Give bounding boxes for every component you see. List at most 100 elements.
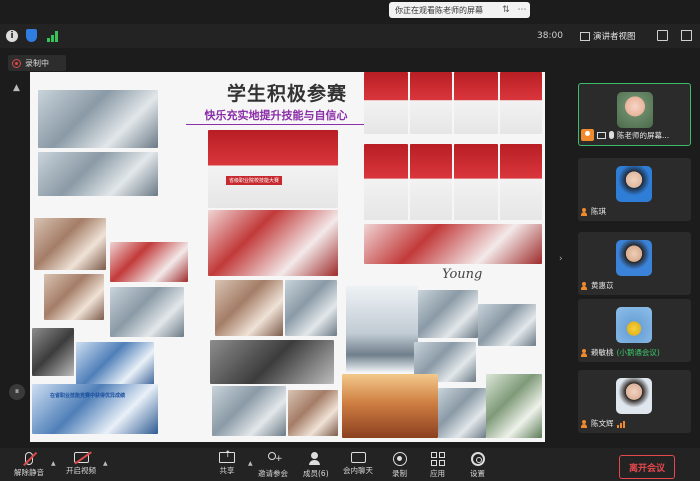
photo-lecture-hall bbox=[210, 340, 334, 384]
participant-tile[interactable]: 陈文辉 bbox=[578, 370, 691, 433]
mic-icon bbox=[609, 131, 614, 139]
more-icon[interactable]: ⋯ bbox=[514, 5, 530, 15]
participant-name: 陈文辉 bbox=[591, 419, 614, 428]
participant-label: 赖敏桃 (小鹅通会议) bbox=[580, 347, 689, 358]
photo-exhibition bbox=[208, 210, 338, 276]
photo-speaker-6 bbox=[410, 144, 452, 220]
participant-tile[interactable]: 陈琪 bbox=[578, 158, 691, 221]
signal-icon[interactable] bbox=[47, 30, 59, 42]
record-button[interactable]: 录制 bbox=[392, 452, 407, 479]
user-icon bbox=[580, 281, 588, 290]
photo-lab-session bbox=[212, 386, 286, 436]
avatar bbox=[617, 92, 653, 128]
shared-screen-slide: 在省职业技能竞赛中获得优异成绩 学生积极参赛 快乐充实地提升技能与自信心 省级职… bbox=[30, 72, 545, 442]
avatar bbox=[616, 378, 652, 414]
meeting-timer: 38:00 bbox=[537, 31, 563, 41]
invite-label: 邀请参会 bbox=[258, 469, 288, 478]
expand-panel-icon[interactable]: › bbox=[559, 254, 567, 268]
photo-discussion bbox=[32, 328, 74, 376]
avatar bbox=[616, 307, 652, 343]
recording-indicator[interactable]: 录制中 bbox=[8, 55, 66, 71]
award-caption: 在省职业技能竞赛中获得优异成绩 bbox=[50, 393, 126, 399]
participant-label: 陈文辉 bbox=[580, 418, 689, 429]
host-badge-icon bbox=[581, 129, 594, 141]
photo-classroom bbox=[34, 218, 106, 270]
shield-icon[interactable] bbox=[26, 29, 37, 42]
participant-label: 陈老师的屏幕... bbox=[581, 129, 688, 141]
share-label: 共享 bbox=[219, 466, 235, 475]
avatar bbox=[616, 240, 652, 276]
apps-icon bbox=[430, 452, 445, 466]
event-banner: 省级职业院校技能大赛 bbox=[226, 176, 283, 185]
speaker-view-button[interactable]: 演讲者视图 bbox=[580, 30, 636, 42]
photo-speaker-4 bbox=[500, 72, 542, 134]
recording-label: 录制中 bbox=[25, 58, 49, 68]
settings-button[interactable]: 设置 bbox=[470, 452, 485, 479]
photo-meeting-room bbox=[478, 304, 536, 346]
participant-name: 陈老师的屏幕... bbox=[617, 130, 670, 140]
record-icon bbox=[392, 452, 407, 466]
share-banner: 你正在观看陈老师的屏幕 ⇅ ⋯ bbox=[0, 0, 700, 22]
share-button[interactable]: 共享 bbox=[219, 450, 235, 476]
add-user-icon bbox=[265, 452, 283, 466]
meeting-window: 你正在观看陈老师的屏幕 ⇅ ⋯ i 38:00 演讲者视图 录制中 ▲ ⏸ 在省… bbox=[0, 0, 700, 481]
pin-toggle-icon[interactable]: ⇅ bbox=[498, 5, 514, 15]
photo-auditorium bbox=[110, 242, 188, 282]
collapse-icon[interactable]: ⏸ bbox=[9, 384, 25, 400]
settings-label: 设置 bbox=[470, 469, 485, 478]
pin-icon[interactable]: ▲ bbox=[13, 83, 20, 93]
participant-label: 陈琪 bbox=[580, 206, 689, 217]
photo-interview bbox=[215, 280, 283, 336]
photo-landmark bbox=[342, 374, 438, 438]
share-notice-text: 你正在观看陈老师的屏幕 bbox=[395, 5, 483, 15]
leave-meeting-button[interactable]: 离开会议 bbox=[619, 455, 675, 479]
layout-icon[interactable] bbox=[681, 30, 692, 41]
screen-share-icon bbox=[597, 131, 606, 139]
record-label: 录制 bbox=[392, 469, 407, 478]
photo-computer-lab-2 bbox=[38, 152, 158, 196]
invite-button[interactable]: 邀请参会 bbox=[258, 452, 288, 479]
start-video-button[interactable]: 开启视频 bbox=[66, 452, 96, 476]
photo-workshop bbox=[110, 287, 184, 337]
share-options-caret[interactable]: ▲ bbox=[248, 460, 253, 467]
unmute-button[interactable]: 解除静音 bbox=[14, 452, 44, 478]
photo-banner-group bbox=[208, 130, 338, 208]
participant-name: 赖敏桃 bbox=[591, 348, 614, 357]
members-label: 成员(6) bbox=[303, 469, 329, 478]
participant-tile[interactable]: 赖敏桃 (小鹅通会议) bbox=[578, 299, 691, 362]
share-notice-pill: 你正在观看陈老师的屏幕 ⇅ ⋯ bbox=[389, 2, 530, 18]
participant-tag: (小鹅通会议) bbox=[616, 348, 660, 357]
participant-name: 黄惠苡 bbox=[591, 281, 614, 290]
gear-icon bbox=[470, 452, 485, 466]
chat-label: 会内聊天 bbox=[343, 466, 373, 475]
slide-title: 学生积极参赛 bbox=[226, 83, 347, 105]
grid-view-icon bbox=[580, 31, 590, 41]
chat-button[interactable]: 会内聊天 bbox=[343, 452, 373, 476]
photo-writing bbox=[288, 390, 338, 436]
participant-tile[interactable]: 陈老师的屏幕... bbox=[578, 83, 691, 146]
photo-group-girls bbox=[44, 274, 104, 320]
photo-stage-blue bbox=[76, 342, 154, 388]
fullscreen-icon[interactable] bbox=[657, 30, 668, 41]
apps-button[interactable]: 应用 bbox=[430, 452, 445, 479]
members-button[interactable]: 成员(6) bbox=[303, 452, 329, 479]
chat-icon bbox=[350, 452, 366, 463]
participant-tile[interactable]: 黄惠苡 bbox=[578, 232, 691, 295]
user-icon bbox=[580, 207, 588, 216]
info-icon[interactable]: i bbox=[6, 30, 18, 42]
slide-subtitle: 快乐充实地提升技能与自信心 bbox=[186, 107, 366, 125]
mic-off-icon bbox=[25, 452, 33, 465]
photo-ink-painting bbox=[346, 286, 418, 372]
photo-hallway bbox=[285, 280, 337, 336]
apps-label: 应用 bbox=[430, 469, 445, 478]
mic-options-caret[interactable]: ▲ bbox=[51, 460, 56, 467]
script-decoration: Young bbox=[442, 267, 483, 282]
avatar bbox=[616, 166, 652, 202]
recording-dot-icon bbox=[12, 58, 21, 68]
photo-speaker-7 bbox=[454, 144, 498, 220]
video-options-caret[interactable]: ▲ bbox=[103, 460, 108, 467]
photo-speaker-2 bbox=[410, 72, 452, 134]
photo-speaker-1 bbox=[364, 72, 408, 134]
participant-name: 陈琪 bbox=[591, 207, 606, 216]
participant-label: 黄惠苡 bbox=[580, 280, 689, 291]
